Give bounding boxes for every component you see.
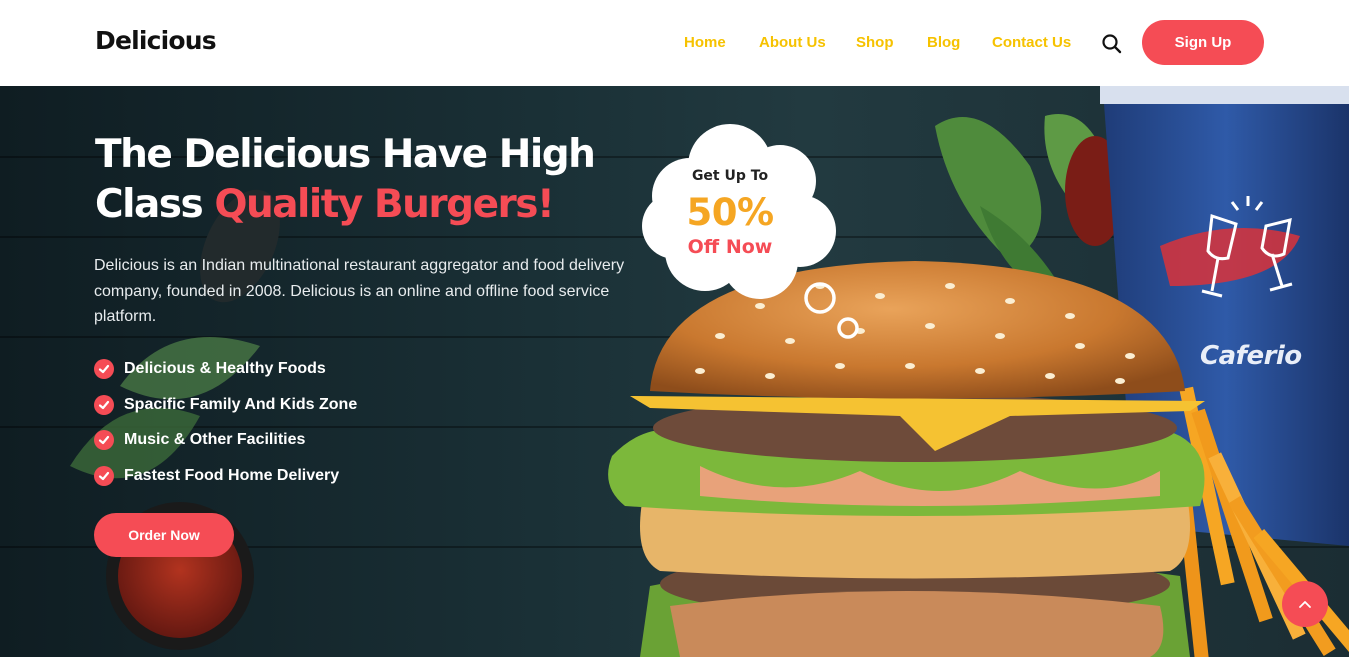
check-circle-icon [94, 358, 114, 379]
nav-shop[interactable]: Shop [856, 34, 894, 51]
feature-item: Fastest Food Home Delivery [94, 458, 357, 494]
check-circle-icon [94, 394, 114, 415]
order-now-button[interactable]: Order Now [94, 513, 234, 557]
feature-item: Music & Other Facilities [94, 422, 357, 458]
promo-percent: 50% [686, 191, 774, 234]
lettuce-leaf [935, 117, 1042, 261]
check-circle-icon [94, 430, 114, 451]
feature-label: Fastest Food Home Delivery [124, 466, 340, 484]
cup-brand-label: Caferio [1200, 341, 1302, 371]
promo-top-text: Get Up To [691, 168, 769, 184]
site-logo[interactable]: Delicious [95, 26, 217, 55]
scroll-to-top-button[interactable] [1282, 581, 1328, 627]
nav-home[interactable]: Home [684, 34, 726, 51]
nav-blog[interactable]: Blog [927, 34, 960, 51]
hero-description: Delicious is an Indian multinational res… [94, 257, 625, 325]
feature-label: Music & Other Facilities [124, 431, 306, 449]
feature-item: Spacific Family And Kids Zone [94, 387, 357, 423]
sign-up-button[interactable]: Sign Up [1142, 20, 1264, 65]
hero-title: The Delicious Have High Class Quality Bu… [95, 130, 655, 230]
search-icon[interactable] [1101, 33, 1123, 55]
hero-title-line1: The Delicious Have High [95, 132, 596, 177]
hero-title-accent: Quality Burgers! [214, 182, 554, 227]
cup-lid [1100, 86, 1349, 104]
chevron-up-icon [1298, 597, 1312, 612]
feature-label: Spacific Family And Kids Zone [124, 395, 358, 413]
hero-banner: Get Up To 50% Off Now Caferio The Delici… [0, 86, 1349, 657]
feature-label: Delicious & Healthy Foods [124, 359, 326, 377]
nav-about-us[interactable]: About Us [759, 34, 826, 51]
site-header: Delicious Home About Us Shop Blog Contac… [0, 0, 1349, 86]
feature-list: Delicious & Healthy Foods Spacific Famil… [94, 351, 357, 494]
promo-bottom-text: Off Now [687, 236, 773, 258]
feature-item: Delicious & Healthy Foods [94, 351, 357, 387]
check-circle-icon [94, 465, 114, 486]
burger [608, 261, 1205, 657]
nav-contact-us[interactable]: Contact Us [992, 34, 1071, 51]
hero-title-line2: Class [95, 182, 215, 227]
